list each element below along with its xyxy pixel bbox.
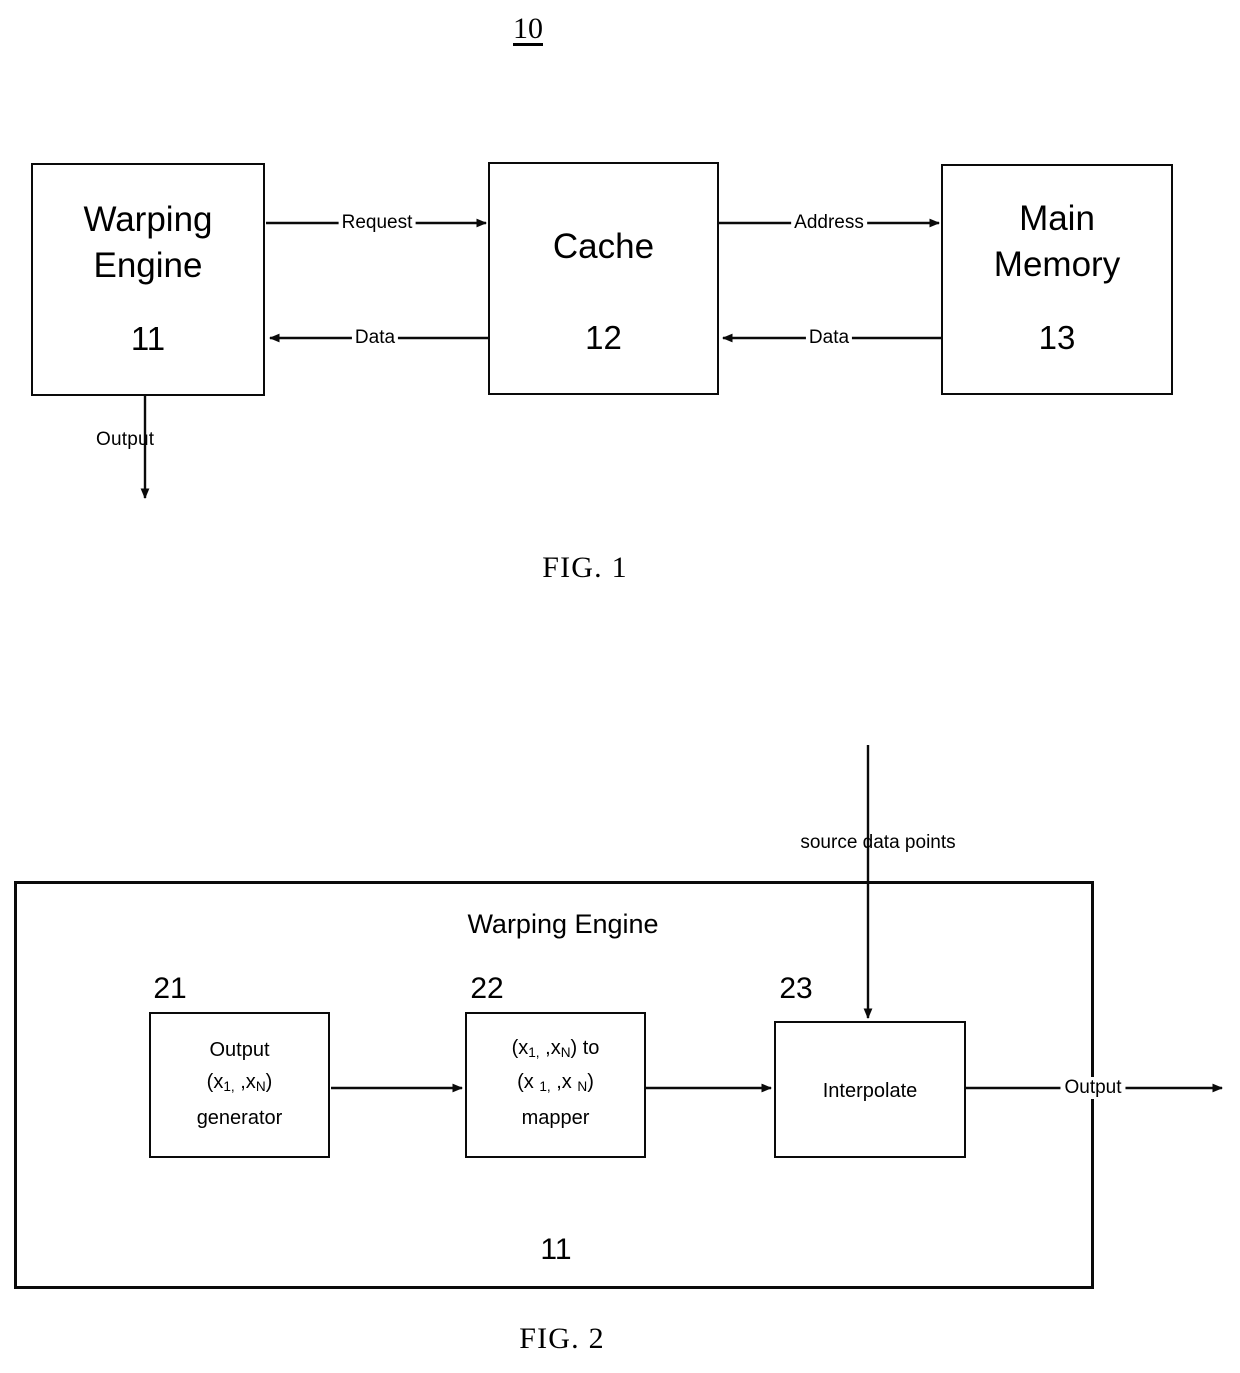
block-cache: Cache 12: [488, 162, 719, 395]
block-cache-title-line1: Cache: [552, 227, 655, 266]
block-interpolate-numeral: 23: [779, 972, 813, 1005]
sheet-reference-numeral: 10: [513, 12, 543, 45]
container-warping-engine-numeral: 11: [540, 1233, 572, 1266]
connector-label-output-fig1: Output: [96, 429, 155, 450]
block-output-generator: Output (x1, ,xN) generator: [149, 1012, 330, 1158]
figure-1-caption: FIG. 1: [542, 551, 628, 584]
figure-2-caption: FIG. 2: [519, 1322, 605, 1355]
connector-label-request: Request: [338, 212, 416, 234]
block-interpolate-line1: Interpolate: [822, 1080, 918, 1102]
connector-label-data-memory-to-cache: Data: [805, 327, 853, 349]
block-output-generator-numeral: 21: [153, 972, 187, 1005]
block-output-generator-line1: Output: [209, 1039, 270, 1061]
block-main-memory-title-line1: Main: [1019, 199, 1095, 238]
label-source-data-points: source data points: [800, 832, 956, 853]
connector-label-address: Address: [791, 212, 867, 234]
block-coordinate-mapper-numeral: 22: [470, 972, 504, 1005]
block-warping-engine-title-line2: Engine: [93, 246, 203, 285]
patent-drawing-sheet: 10 Warping Engine 11 Cache 12 Main Memor…: [0, 0, 1240, 1373]
block-main-memory: Main Memory 13: [941, 164, 1173, 395]
block-warping-engine-numeral: 11: [130, 320, 166, 357]
block-warping-engine-title-line1: Warping: [83, 200, 213, 239]
label-output-fig2: Output: [1060, 1077, 1126, 1099]
block-warping-engine: Warping Engine 11: [31, 163, 265, 396]
block-cache-numeral: 12: [585, 319, 622, 356]
block-main-memory-title-line2: Memory: [993, 245, 1121, 284]
block-main-memory-numeral: 13: [1038, 319, 1076, 356]
connector-label-data-cache-to-engine: Data: [351, 327, 399, 349]
block-output-generator-line2: (x1, ,xN): [206, 1071, 273, 1094]
block-output-generator-line3: generator: [196, 1107, 283, 1129]
block-coordinate-mapper-line1: (x1, ,xN) to: [511, 1037, 600, 1060]
container-warping-engine-title: Warping Engine: [467, 909, 659, 939]
block-coordinate-mapper-line2: (x 1, ,x N): [517, 1071, 594, 1094]
block-coordinate-mapper-line3: mapper: [521, 1107, 590, 1129]
block-interpolate: Interpolate: [774, 1021, 966, 1158]
block-coordinate-mapper: (x1, ,xN) to (x 1, ,x N) mapper: [465, 1012, 646, 1158]
